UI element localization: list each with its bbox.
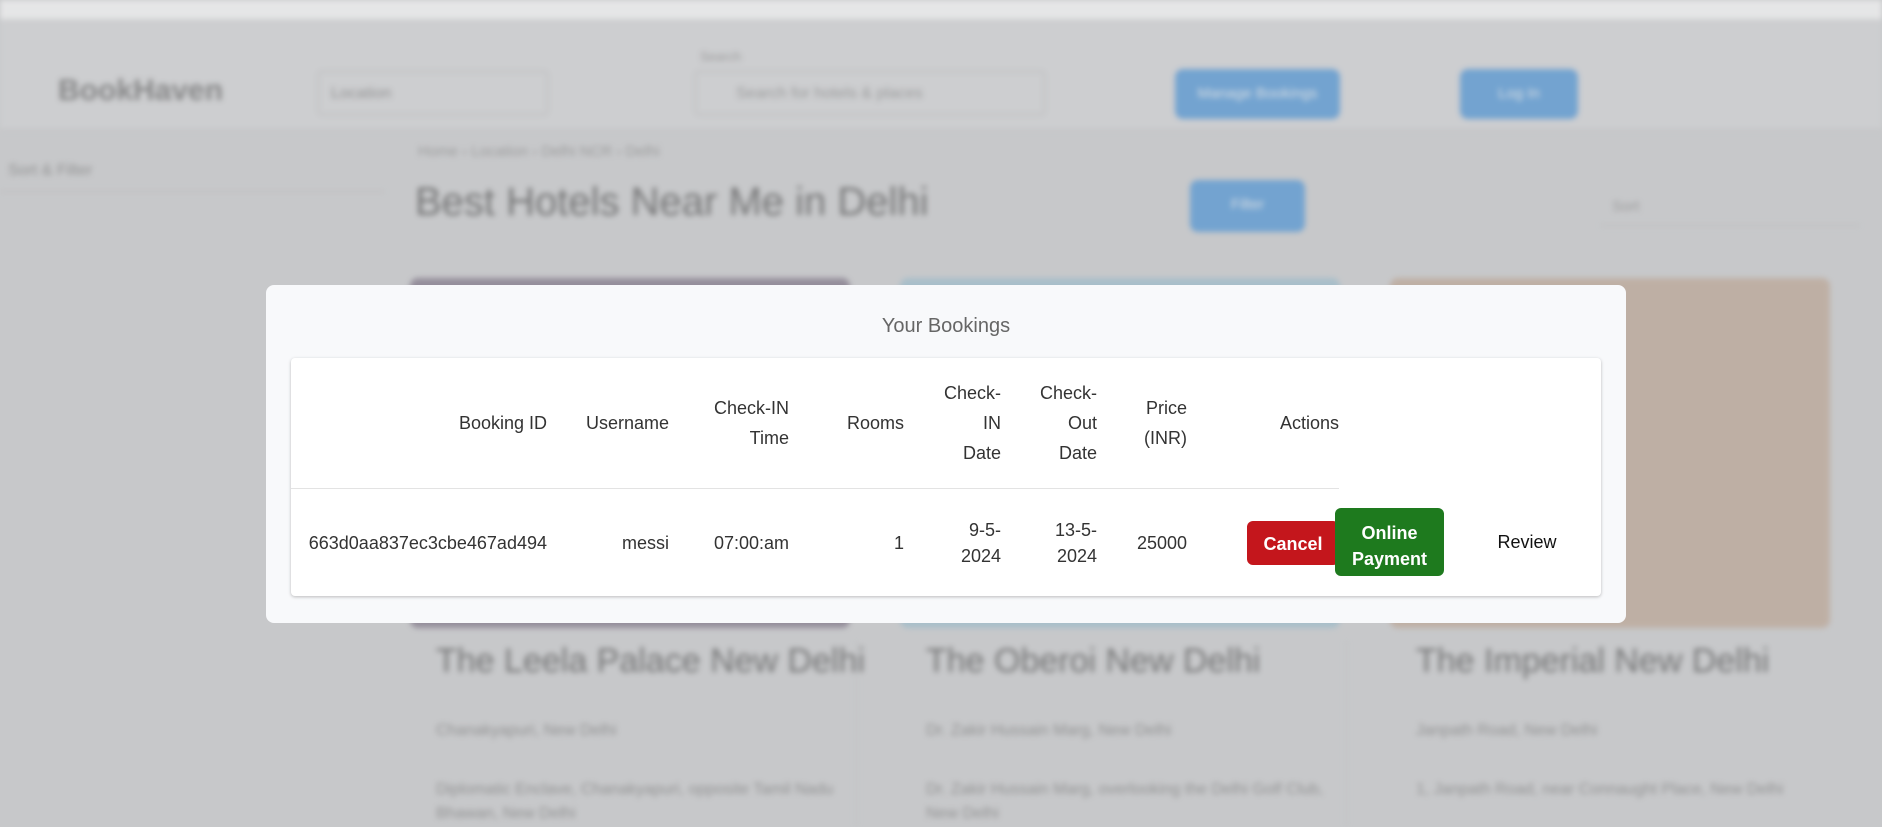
bookings-modal: Your Bookings Booking ID Username Check-… [266, 285, 1626, 623]
login-button[interactable]: Log In [1460, 69, 1578, 119]
hotel-card-text: Dr. Zakir Hussain Marg, overlooking the … [926, 781, 1324, 822]
checkin-date-cell: 9-5- 2024 [960, 519, 1001, 566]
column-header-rooms: Rooms [789, 358, 904, 489]
manage-bookings-button[interactable]: Manage Bookings [1175, 69, 1340, 119]
search-input[interactable]: Search for hotels & places [695, 71, 1045, 115]
hotel-card-title[interactable]: The Oberoi New Delhi [926, 642, 1260, 681]
column-header-checkout-date: Check- Out Date [1001, 358, 1097, 489]
filter-button[interactable]: Filter [1190, 180, 1305, 232]
online-payment-button[interactable]: Online Payment [1335, 508, 1444, 576]
hotel-card-title[interactable]: The Imperial New Delhi [1416, 642, 1769, 681]
sort-select[interactable]: Sort [1600, 188, 1860, 226]
column-header-checkin-date: Check- IN Date [904, 358, 1001, 489]
actions-cell: Cancel [1187, 489, 1339, 597]
bookings-table: Booking ID Username Check-IN Time Rooms C… [291, 358, 1601, 596]
table-row: 663d0aa837ec3cbe467ad494 messi 07:00:am … [291, 489, 1339, 597]
column-header-booking-id: Booking ID [291, 358, 547, 489]
price-cell: 25000 [1136, 532, 1187, 553]
hotel-card-text: Diplomatic Enclave, Chanakyapuri, opposi… [436, 781, 834, 822]
hotel-card-title[interactable]: The Leela Palace New Delhi [436, 642, 865, 681]
column-header-username: Username [547, 358, 669, 489]
hotel-card-subtitle: Janpath Road, New Delhi [1416, 722, 1598, 739]
checkin-time-cell: 07:00:am [713, 532, 789, 553]
cancel-button[interactable]: Cancel [1247, 520, 1339, 565]
column-header-price: Price (INR) [1097, 358, 1187, 489]
card-divider [1346, 640, 1347, 827]
review-button[interactable]: Review [1487, 521, 1567, 561]
checkout-date-cell: 13-5- 2024 [1054, 519, 1097, 566]
username-cell: messi [621, 532, 669, 553]
card-divider [856, 640, 857, 827]
location-select[interactable]: Location [318, 71, 548, 115]
column-header-actions: Actions [1187, 358, 1339, 489]
modal-title: Your Bookings [881, 315, 1011, 337]
page-title: Best Hotels Near Me in Delhi [415, 180, 929, 224]
app-bar: BookHaven Location Search Search for hot… [0, 19, 1882, 130]
search-label: Search [700, 49, 742, 64]
hotel-card-subtitle: Chanakyapuri, New Delhi [436, 722, 617, 739]
hotel-card-subtitle: Dr. Zakir Hussain Marg, New Delhi [926, 722, 1172, 739]
brand-logo: BookHaven [58, 74, 224, 107]
rooms-cell: 1 [893, 532, 904, 553]
column-header-checkin-time: Check-IN Time [669, 358, 789, 489]
table-header-row: Booking ID Username Check-IN Time Rooms C… [291, 358, 1339, 489]
breadcrumb: Home › Location › Delhi NCR › Delhi [418, 143, 660, 160]
browser-top-strip [0, 0, 1882, 19]
sort-filter-select[interactable]: Sort & Filter [0, 150, 385, 192]
hotel-card-text: 1, Janpath Road, near Connaught Place, N… [1416, 781, 1784, 798]
booking-id-cell: 663d0aa837ec3cbe467ad494 [308, 532, 547, 553]
